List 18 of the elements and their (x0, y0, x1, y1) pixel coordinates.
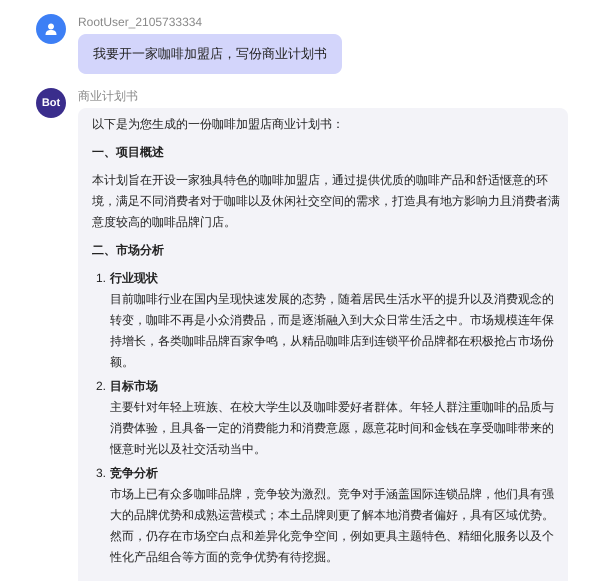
list-number: 2. (96, 378, 108, 395)
section-heading: 一、项目概述 (92, 144, 165, 161)
item-title: 目标市场 (110, 378, 159, 395)
user-icon (44, 22, 58, 36)
paragraph: 以下是为您生成的一份咖啡加盟店商业计划书： (92, 116, 345, 133)
message-bubble: 我要开一家咖啡加盟店，写份商业计划书 (78, 34, 342, 74)
paragraph: 目前咖啡行业在国内呈现快速发展的态势，随着居民生活水平的提升以及消费观念的转变，咖啡不再是小众消费品，而是逐渐融入到大众日常生活之中。市场规模连年保持增长，各类咖啡品牌百家争鸣，从精品咖啡店到连锁平价品牌都在积极抢占市场份额。 (110, 291, 555, 371)
paragraph: 本计划旨在开设一家独具特色的咖啡加盟店，通过提供优质的咖啡产品和舒适惬意的环境，满足不同消费者对于咖啡以及休闲社交空间的需求，打造具有地方影响力且消费者满意度较高的咖啡品牌门店。 (92, 172, 560, 231)
paragraph: 主要针对年轻上班族、在校大学生以及咖啡爱好者群体。年轻人群注重咖啡的品质与消费体验，且具备一定的消费能力和消费意愿，愿意花时间和金钱在享受咖啡带来的惬意时光以及社交活动当中。 (110, 399, 555, 458)
section-heading: 二、市场分析 (92, 242, 165, 259)
item-title: 竞争分析 (110, 465, 159, 482)
item-title: 行业现状 (110, 270, 159, 287)
author-name: 商业计划书 (78, 89, 139, 103)
bot-avatar: Bot (36, 88, 66, 118)
list-number: 3. (96, 465, 108, 482)
list-number: 1. (96, 270, 108, 287)
author-name: RootUser_2105733334 (78, 15, 204, 29)
paragraph: 市场上已有众多咖啡品牌，竞争较为激烈。竞争对手涵盖国际连锁品牌，他们具有强大的品牌优势和成熟运营模式；本土品牌则更了解本地消费者偏好，具有区域优势。然而，仍存在市场空白点和差异化竞争空间，例如更具主题特色、精细化服务以及个性化产品组合等方面的竞争优势有待挖掘。 (110, 486, 555, 566)
